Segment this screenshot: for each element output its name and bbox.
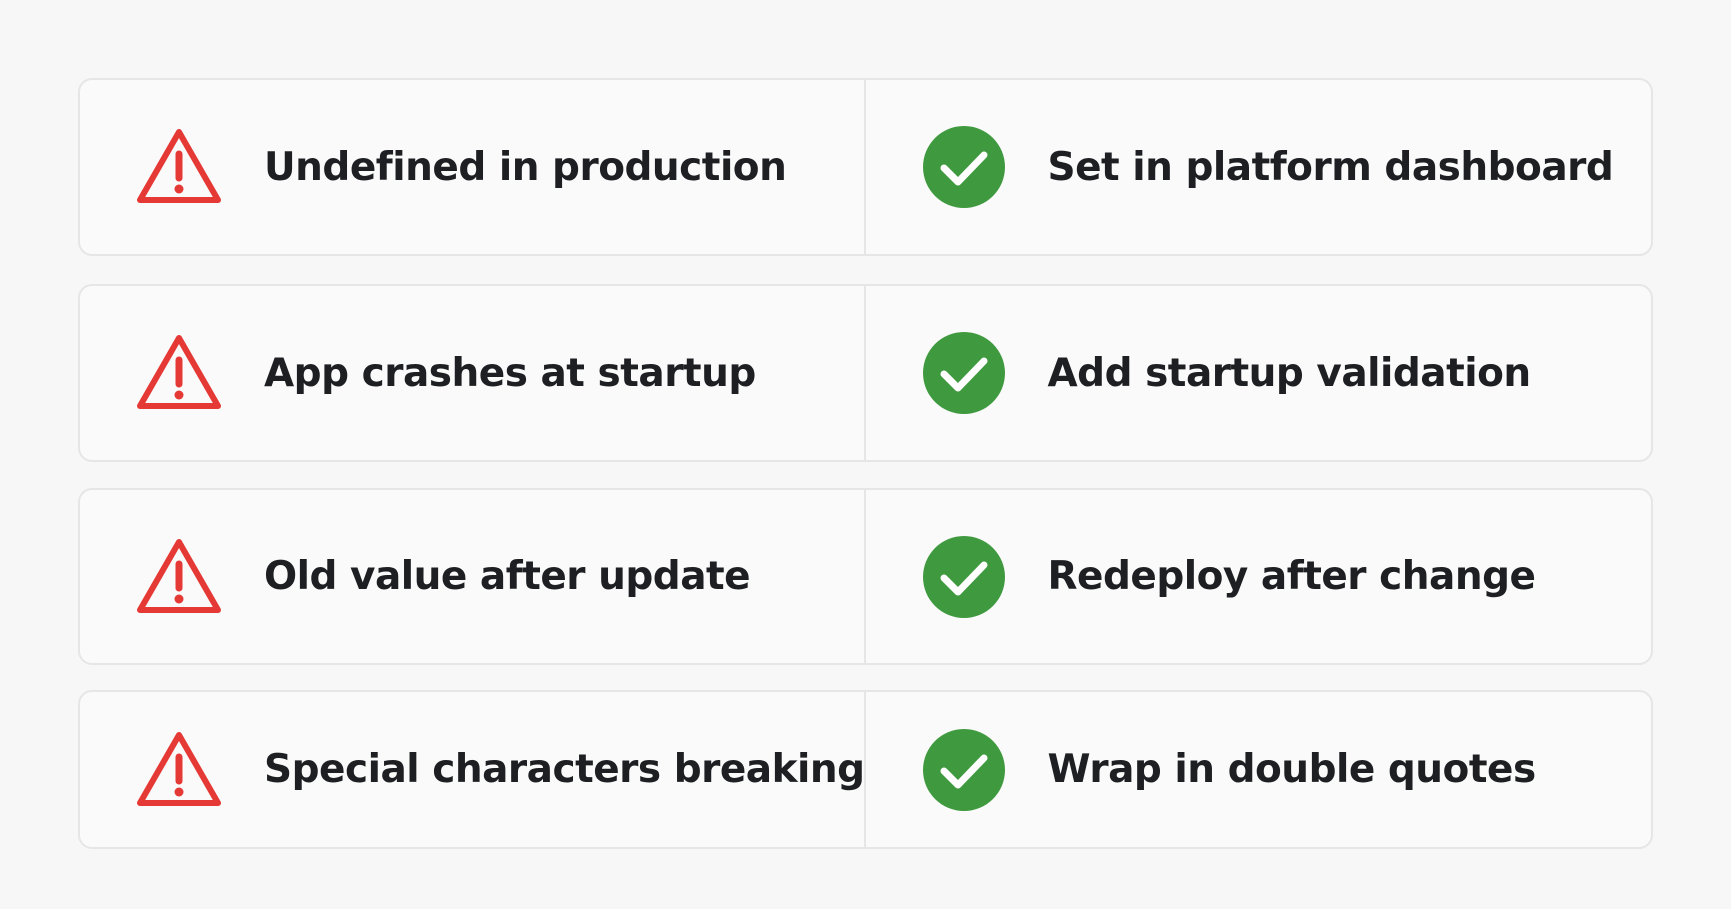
- problem-cell: Special characters breaking: [80, 692, 866, 847]
- problem-solution-row: App crashes at startup Add startup valid…: [78, 284, 1653, 462]
- check-circle-icon: [920, 533, 1008, 621]
- warning-triangle-icon: [134, 536, 224, 618]
- problem-cell: Undefined in production: [80, 80, 866, 254]
- solution-cell: Wrap in double quotes: [866, 692, 1652, 847]
- problem-text: Old value after update: [264, 554, 751, 599]
- problem-text: App crashes at startup: [264, 350, 756, 396]
- warning-triangle-icon: [134, 126, 224, 208]
- check-circle-icon: [920, 726, 1008, 814]
- warning-triangle-icon: [134, 332, 224, 414]
- problem-cell: Old value after update: [80, 490, 866, 663]
- solution-text: Set in platform dashboard: [1047, 144, 1614, 190]
- solution-cell: Add startup validation: [866, 286, 1652, 460]
- problem-text: Undefined in production: [264, 144, 787, 190]
- solution-text: Add startup validation: [1047, 350, 1532, 396]
- check-circle-icon: [920, 123, 1008, 211]
- problem-solution-list: Undefined in production Set in platform …: [0, 0, 1731, 909]
- warning-triangle-icon: [134, 729, 224, 811]
- problem-solution-row: Old value after update Redeploy after ch…: [78, 488, 1653, 665]
- solution-cell: Redeploy after change: [866, 490, 1652, 663]
- solution-text: Redeploy after change: [1047, 554, 1536, 599]
- problem-solution-row: Special characters breaking Wrap in doub…: [78, 690, 1653, 849]
- check-circle-icon: [920, 329, 1008, 417]
- problem-solution-row: Undefined in production Set in platform …: [78, 78, 1653, 256]
- solution-text: Wrap in double quotes: [1047, 747, 1537, 792]
- solution-cell: Set in platform dashboard: [866, 80, 1652, 254]
- problem-text: Special characters breaking: [264, 747, 865, 792]
- problem-cell: App crashes at startup: [80, 286, 866, 460]
